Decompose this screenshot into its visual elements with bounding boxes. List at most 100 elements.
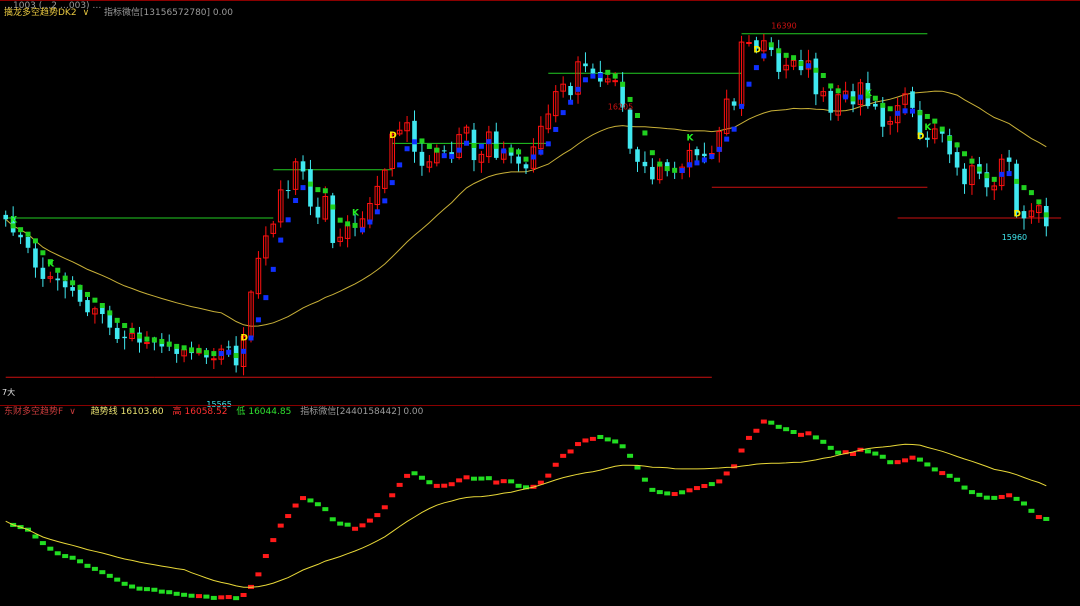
bottom-trend-block	[337, 521, 344, 526]
trend-block	[969, 158, 975, 164]
trend-block	[687, 162, 693, 168]
bottom-trend-block	[864, 449, 871, 454]
trend-block	[196, 347, 202, 353]
trend-block	[233, 353, 239, 359]
trend-block	[835, 88, 841, 94]
trend-block	[226, 349, 232, 355]
bottom-indicator-name[interactable]: 东财多空趋势F ∨	[4, 407, 82, 417]
trend-block	[434, 147, 440, 153]
trend-block	[1043, 212, 1049, 218]
bottom-trend-block	[54, 551, 61, 556]
trend-block	[724, 136, 730, 142]
candle-body	[77, 288, 83, 302]
high-price-label: 16390	[771, 22, 796, 31]
bottom-trend-block	[902, 458, 909, 463]
bottom-trend-block	[285, 514, 292, 519]
bottom-trend-block	[627, 453, 634, 458]
trend-block	[895, 110, 901, 116]
bottom-indicator-header[interactable]: 东财多空趋势F ∨ 趋势线 16103.60 高 16058.52 低 16044.85…	[4, 406, 429, 418]
trend-block	[345, 221, 351, 227]
bottom-trend-block	[500, 479, 507, 484]
bottom-trend-block	[181, 592, 188, 597]
trend-block	[1006, 171, 1012, 177]
chart-canvas[interactable]: 163901620515565159607大KKKKKKDDDDD	[0, 0, 1080, 606]
candle-body	[828, 90, 834, 113]
bottom-trend-block	[998, 494, 1005, 499]
candle-body	[144, 342, 150, 345]
bottom-trend-block	[352, 526, 359, 531]
trend-label: 趋势线	[90, 407, 118, 417]
bottom-trend-block	[567, 449, 574, 454]
top-indicator-name[interactable]: 擒龙多空趋势DK2 ∨	[4, 8, 95, 18]
bottom-trend-block	[575, 442, 582, 447]
bottom-trend-block	[552, 462, 559, 467]
bottom-trend-block	[106, 573, 113, 578]
trend-block	[151, 337, 157, 343]
trend-block	[181, 345, 187, 351]
trend-block	[649, 150, 655, 156]
candle-body	[18, 234, 23, 238]
bottom-trend-block	[983, 495, 990, 500]
bottom-trend-block	[485, 476, 492, 481]
trend-block	[820, 72, 826, 78]
trend-block	[70, 280, 76, 286]
candle-body	[523, 164, 529, 169]
trend-block	[218, 351, 224, 357]
bottom-trend-block	[359, 523, 366, 528]
candle-body	[642, 161, 648, 167]
candle-body	[925, 137, 930, 140]
trend-block	[672, 167, 678, 173]
bottom-trend-block	[745, 435, 752, 440]
bottom-trend-block	[210, 595, 217, 600]
bottom-trend-block	[151, 587, 158, 592]
bottom-trend-block	[916, 457, 923, 462]
trend-block	[999, 171, 1005, 177]
trend-block	[902, 108, 908, 114]
trend-block	[77, 284, 83, 290]
trend-block	[746, 81, 752, 87]
bottom-trend-block	[448, 482, 455, 487]
trend-block	[419, 138, 425, 144]
bottom-trend-block	[277, 523, 284, 528]
trend-block	[761, 53, 767, 59]
trend-block	[924, 113, 930, 119]
candle-body	[3, 214, 9, 220]
trend-block	[55, 267, 61, 273]
trend-block	[530, 154, 536, 160]
trend-block	[62, 275, 68, 281]
high-label: 高	[172, 407, 182, 417]
bottom-trend-block	[775, 424, 782, 429]
bottom-trend-block	[872, 451, 879, 456]
candle-body	[315, 206, 321, 218]
bottom-trend-block	[69, 555, 76, 560]
chevron-down-icon[interactable]: ∨	[83, 8, 90, 18]
bottom-trend-block	[798, 432, 805, 437]
bottom-trend-block	[433, 483, 440, 488]
candle-body	[627, 109, 633, 149]
bottom-trend-block	[708, 482, 715, 487]
bottom-trend-block	[166, 590, 173, 595]
trend-block	[367, 219, 373, 225]
candle-body	[568, 86, 573, 96]
bottom-trend-block	[894, 460, 901, 465]
candle-body	[590, 68, 596, 74]
bottom-trend-block	[478, 476, 485, 481]
trend-block	[605, 69, 611, 75]
top-indicator-header[interactable]: 擒龙多空趋势DK2 ∨ 指标微信[13156572780] 0.00	[4, 7, 239, 19]
bottom-trend-block	[374, 513, 381, 518]
trend-layer	[10, 42, 1049, 359]
bottom-trend-block	[77, 559, 84, 564]
bottom-trend-block	[91, 566, 98, 571]
trend-block	[798, 61, 804, 67]
candle-body	[25, 236, 31, 248]
bottom-trend-block	[314, 502, 321, 507]
bottom-trend-block	[203, 594, 210, 599]
bottom-trend-block	[946, 473, 953, 478]
trend-block	[1021, 185, 1027, 191]
chevron-down-icon[interactable]: ∨	[69, 407, 76, 417]
trend-block	[337, 217, 343, 223]
trend-block	[679, 168, 685, 174]
trend-block	[694, 160, 700, 166]
trend-block	[508, 147, 514, 153]
bottom-trend-block	[961, 485, 968, 490]
